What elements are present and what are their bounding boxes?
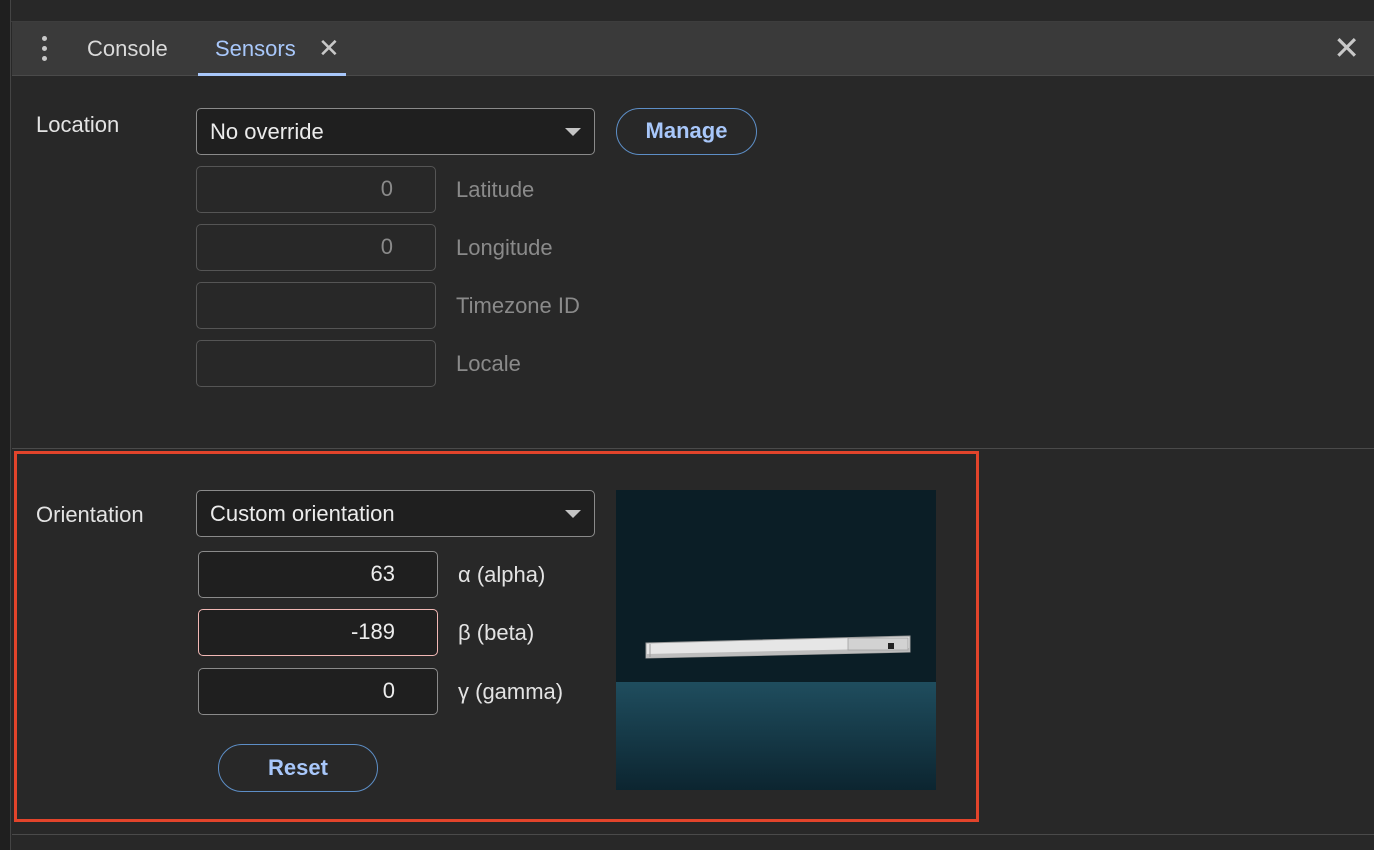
timezone-input[interactable] [196, 282, 436, 329]
location-select-value: No override [210, 119, 324, 144]
gamma-label: γ (gamma) [458, 679, 564, 704]
top-strip [0, 0, 1374, 22]
latitude-label: Latitude [456, 177, 535, 202]
locale-input[interactable] [196, 340, 436, 387]
panel-left-edge [0, 0, 11, 850]
chevron-down-icon [565, 128, 581, 136]
timezone-label: Timezone ID [456, 293, 580, 318]
beta-label: β (beta) [458, 620, 535, 645]
chevron-down-icon [565, 510, 581, 518]
section-divider [12, 448, 1374, 449]
longitude-input[interactable]: 0 [196, 224, 436, 271]
beta-input[interactable]: -189 [198, 609, 438, 656]
manage-button[interactable]: Manage [616, 108, 757, 155]
drawer-tab-bar: Console Sensors ✕ ✕ [12, 22, 1374, 76]
orientation-preview[interactable] [616, 490, 936, 790]
longitude-label: Longitude [456, 235, 553, 260]
orientation-select-value: Custom orientation [210, 501, 395, 526]
device-orientation-canvas [616, 490, 936, 790]
gamma-input[interactable]: 0 [198, 668, 438, 715]
tab-sensors[interactable]: Sensors ✕ [198, 22, 346, 76]
tab-console[interactable]: Console [87, 22, 168, 76]
alpha-label: α (alpha) [458, 562, 546, 587]
more-options-icon[interactable] [36, 34, 52, 62]
location-select[interactable]: No override [196, 108, 595, 155]
location-label: Location [36, 112, 120, 137]
bottom-divider [12, 834, 1374, 835]
alpha-input[interactable]: 63 [198, 551, 438, 598]
reset-button[interactable]: Reset [218, 744, 378, 792]
close-drawer-icon[interactable]: ✕ [1333, 31, 1360, 65]
orientation-select[interactable]: Custom orientation [196, 490, 595, 537]
preview-floor [616, 682, 936, 790]
close-tab-icon[interactable]: ✕ [318, 22, 340, 74]
tab-sensors-label: Sensors [215, 36, 296, 61]
latitude-input[interactable]: 0 [196, 166, 436, 213]
orientation-label: Orientation [36, 502, 144, 527]
locale-label: Locale [456, 351, 521, 376]
